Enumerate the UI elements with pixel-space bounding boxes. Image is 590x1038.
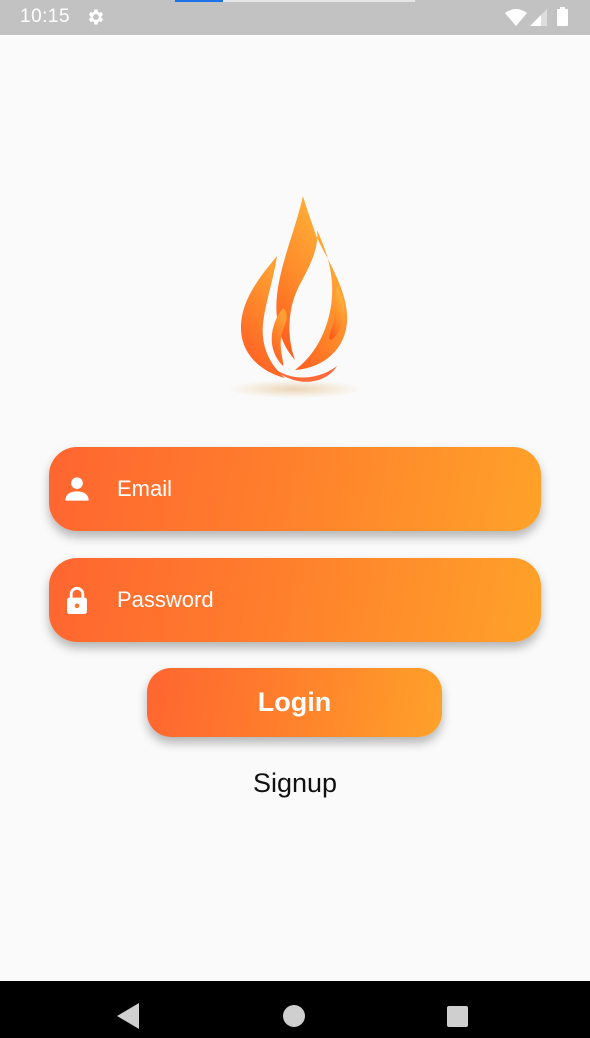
password-field[interactable] — [49, 558, 541, 642]
back-icon[interactable] — [117, 1003, 141, 1029]
status-time: 10:15 — [20, 6, 71, 27]
email-field[interactable] — [49, 447, 541, 531]
signup-link[interactable]: Signup — [0, 768, 590, 799]
flame-icon — [241, 196, 348, 382]
home-icon[interactable] — [283, 1005, 305, 1027]
status-bar: 10:15 — [0, 0, 590, 35]
loading-progress-bar — [175, 0, 415, 2]
person-icon — [65, 477, 89, 501]
lock-icon — [67, 586, 87, 614]
signal-icon — [530, 9, 547, 26]
wifi-icon — [505, 9, 527, 26]
email-input[interactable] — [117, 447, 517, 531]
battery-icon — [557, 7, 568, 26]
login-button[interactable]: Login — [147, 668, 442, 737]
loading-progress-fill — [175, 0, 223, 2]
gear-icon — [88, 9, 104, 25]
password-input[interactable] — [117, 558, 517, 642]
recents-icon[interactable] — [447, 1006, 468, 1027]
login-screen: 10:15 Email Login Signup — [0, 0, 590, 1038]
navigation-bar — [0, 981, 590, 1038]
